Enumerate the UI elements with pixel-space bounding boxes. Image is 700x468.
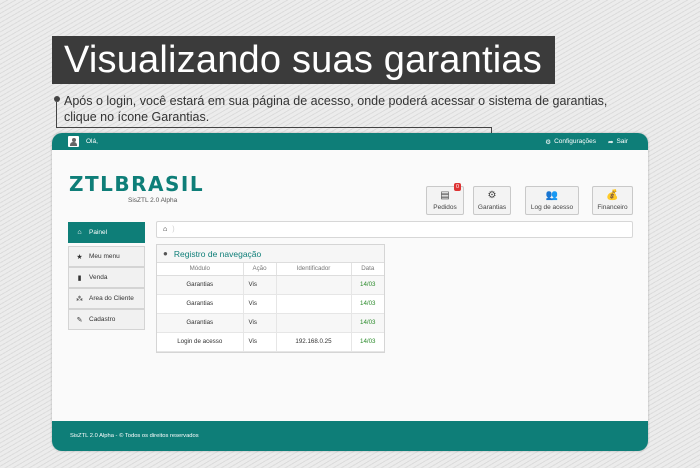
logout-label: Sair <box>616 138 628 145</box>
financeiro-button[interactable]: 💰 Financeiro <box>592 186 633 215</box>
column-header: Ação <box>243 263 277 276</box>
navigation-log-table: Módulo Ação Identificador Data Garantias… <box>157 263 384 352</box>
tutorial-instruction: Após o login, você estará em sua página … <box>64 93 664 125</box>
home-icon: ⌂ <box>77 229 82 236</box>
logout-arrow-icon: ➦ <box>607 138 614 146</box>
greeting-text: Olá, <box>86 138 98 145</box>
sidebar-item-label: Meu menu <box>89 253 120 260</box>
log-de-acesso-button[interactable]: 👥 Log de acesso <box>525 186 579 215</box>
instruction-line: clique no ícone Garantias. <box>64 110 210 124</box>
user-icon <box>68 136 79 147</box>
financeiro-label: Financeiro <box>597 204 628 211</box>
logout-link[interactable]: ➦ Sair <box>608 138 628 146</box>
brand-subtitle: SisZTL 2.0 Alpha <box>128 197 178 204</box>
sidebar-item-meu-menu[interactable]: ★ Meu menu <box>68 246 145 267</box>
settings-link[interactable]: ⚙ Configurações <box>545 138 596 146</box>
table-cell: Vis <box>243 313 277 333</box>
cogs-icon: ⚙ <box>487 190 497 201</box>
guide-line <box>56 102 57 128</box>
table-cell: Login de acesso <box>157 332 244 352</box>
money-icon: 💰 <box>606 190 619 201</box>
document-icon: ▮ <box>77 274 82 282</box>
star-icon: ★ <box>76 253 83 261</box>
log-de-acesso-label: Log de acesso <box>530 204 574 211</box>
table-cell: 14/03 <box>351 313 384 333</box>
table-row: Garantias Vis 14/03 <box>157 294 384 314</box>
table-cell: 14/03 <box>351 275 384 295</box>
brand-logo[interactable]: ZTLBRASIL <box>69 172 204 196</box>
breadcrumb: ⌂ ) <box>156 221 633 238</box>
table-cell: Vis <box>243 294 277 314</box>
sidebar-item-label: Venda <box>89 274 108 281</box>
sidebar-item-label: Painel <box>89 229 108 236</box>
instruction-line: Após o login, você estará em sua página … <box>64 94 608 108</box>
column-header: Data <box>351 263 384 276</box>
sidebar-item-label: Area do Cliente <box>89 295 134 302</box>
app-window: Olá, ⚙ Configurações ➦ Sair ZTLBRASIL Si… <box>52 133 648 451</box>
home-icon[interactable]: ⌂ <box>163 226 167 233</box>
sidebar-item-cadastro[interactable]: ✎ Cadastro <box>68 309 145 330</box>
table-cell: Garantias <box>157 313 244 333</box>
column-header: Módulo <box>157 263 244 276</box>
users-icon: 👥 <box>545 190 559 201</box>
table-cell: Garantias <box>157 294 244 314</box>
table-cell: 14/03 <box>351 332 384 352</box>
sidebar-item-label: Cadastro <box>89 316 116 323</box>
table-row: Garantias Vis 14/03 <box>157 275 384 295</box>
pedidos-label: Pedidos <box>433 204 457 211</box>
edit-icon: ✎ <box>76 316 83 324</box>
column-header: Identificador <box>276 263 352 276</box>
navigation-log-panel: ● Registro de navegação Módulo Ação Iden… <box>156 244 385 353</box>
top-bar-actions: ⚙ Configurações ➦ Sair <box>545 133 628 150</box>
gear-icon: ⚙ <box>545 138 552 146</box>
sitemap-icon: ⁂ <box>76 295 83 303</box>
table-cell <box>276 294 352 314</box>
table-header-row: Módulo Ação Identificador Data <box>157 263 384 276</box>
sidebar-item-painel[interactable]: ⌂ Painel <box>68 222 145 243</box>
history-icon: ● <box>163 249 168 258</box>
footer-text: SisZTL 2.0 Alpha - © Todos os direitos r… <box>70 433 199 439</box>
sidebar: ⌂ Painel ★ Meu menu ▮ Venda ⁂ Area do Cl… <box>68 222 145 330</box>
settings-label: Configurações <box>554 138 596 145</box>
table-cell: 192.168.0.25 <box>276 332 352 352</box>
panel-header: ● Registro de navegação <box>157 245 384 263</box>
pedidos-button[interactable]: 0 ▤ Pedidos <box>426 183 464 215</box>
garantias-label: Garantias <box>477 204 507 211</box>
table-cell: Vis <box>243 332 277 352</box>
guide-line <box>56 127 492 128</box>
sidebar-item-venda[interactable]: ▮ Venda <box>68 267 145 288</box>
app-header: ZTLBRASIL SisZTL 2.0 Alpha 0 ▤ Pedidos ⚙… <box>52 150 648 230</box>
panel-title: Registro de navegação <box>173 248 262 259</box>
table-cell: Garantias <box>157 275 244 295</box>
table-cell: Vis <box>243 275 277 295</box>
table-cell: 14/03 <box>351 294 384 314</box>
documents-icon: ▤ <box>440 190 450 201</box>
sidebar-item-area-do-cliente[interactable]: ⁂ Area do Cliente <box>68 288 145 309</box>
pedidos-badge: 0 <box>453 183 461 191</box>
table-row: Login de acesso Vis 192.168.0.25 14/03 <box>157 332 384 352</box>
bullet-dot <box>54 96 60 102</box>
top-bar: Olá, ⚙ Configurações ➦ Sair <box>52 133 648 150</box>
garantias-button[interactable]: ⚙ Garantias <box>473 186 511 215</box>
breadcrumb-separator-icon: ) <box>172 226 175 233</box>
table-cell <box>276 313 352 333</box>
tutorial-title: Visualizando suas garantias <box>52 36 555 84</box>
table-cell <box>276 275 352 295</box>
app-footer: SisZTL 2.0 Alpha - © Todos os direitos r… <box>52 421 648 451</box>
table-row: Garantias Vis 14/03 <box>157 313 384 333</box>
